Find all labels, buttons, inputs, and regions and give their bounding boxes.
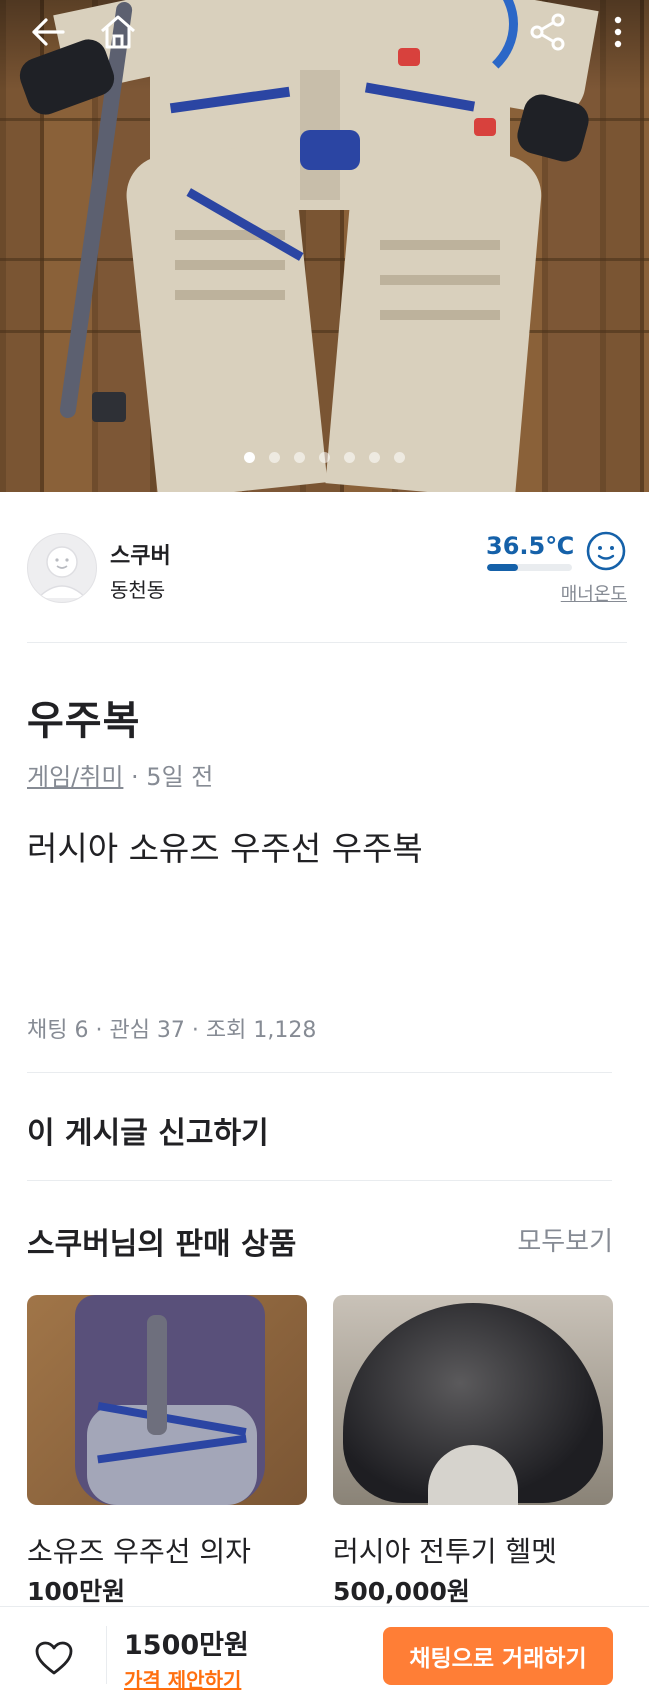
arrow-left-icon — [32, 18, 65, 46]
product-card-image[interactable] — [27, 1295, 307, 1505]
category-link[interactable]: 게임/취미 — [27, 763, 123, 791]
smile-face-icon — [586, 531, 626, 571]
carousel-indicator — [0, 452, 649, 463]
seller-name[interactable]: 스쿠버 — [110, 538, 171, 570]
carousel-dot[interactable] — [244, 452, 255, 463]
share-icon — [530, 13, 565, 51]
carousel-dot[interactable] — [294, 452, 305, 463]
divider — [27, 1180, 612, 1181]
product-price: 1500만원 — [124, 1630, 249, 1661]
manner-temperature-link[interactable]: 매너온도 — [540, 580, 627, 606]
price-offer-link[interactable]: 가격 제안하기 — [124, 1664, 241, 1693]
product-card-price: 500,000원 — [333, 1577, 470, 1606]
post-meta: 게임/취미 · 5일 전 — [27, 757, 213, 792]
floor-board-line — [0, 258, 649, 261]
home-icon — [101, 15, 135, 49]
post-description: 러시아 소유즈 우주선 우주복 — [27, 829, 423, 868]
carousel-dot[interactable] — [269, 452, 280, 463]
chat-trade-button[interactable]: 채팅으로 거래하기 — [383, 1627, 613, 1685]
product-card-image[interactable] — [333, 1295, 613, 1505]
home-button[interactable] — [98, 12, 138, 52]
product-card-name[interactable]: 러시아 전투기 헬멧 — [333, 1530, 557, 1570]
avatar[interactable] — [27, 533, 97, 603]
more-vertical-icon — [614, 16, 622, 48]
divider — [27, 642, 627, 643]
product-card-price: 100만원 — [27, 1577, 126, 1606]
carousel-dot[interactable] — [394, 452, 405, 463]
post-title: 우주복 — [27, 698, 141, 744]
report-post-button[interactable]: 이 게시글 신고하기 — [27, 1108, 269, 1152]
default-profile-icon — [37, 546, 87, 599]
seller-location: 동천동 — [110, 578, 166, 602]
heart-icon[interactable] — [34, 1640, 74, 1676]
manner-temperature-fill — [487, 564, 519, 571]
post-stats: 채팅 6 · 관심 37 · 조회 1,128 — [27, 1018, 317, 1043]
back-button[interactable] — [28, 12, 68, 52]
floor-board-line — [0, 330, 649, 333]
carousel-dot[interactable] — [369, 452, 380, 463]
product-image-carousel[interactable] — [0, 0, 649, 492]
divider — [27, 1072, 612, 1073]
seller-items-title: 스쿠버님의 판매 상품 — [27, 1227, 297, 1262]
manner-temperature-bar — [487, 564, 572, 571]
more-button[interactable] — [598, 12, 638, 52]
manner-temperature-value: 36.5℃ — [486, 532, 575, 560]
see-all-button[interactable]: 모두보기 — [517, 1221, 613, 1258]
carousel-dot[interactable] — [319, 452, 330, 463]
product-card-name[interactable]: 소유즈 우주선 의자 — [27, 1530, 251, 1570]
divider — [106, 1626, 107, 1684]
carousel-dot[interactable] — [344, 452, 355, 463]
post-time: · 5일 전 — [123, 763, 214, 791]
share-button[interactable] — [528, 12, 568, 52]
